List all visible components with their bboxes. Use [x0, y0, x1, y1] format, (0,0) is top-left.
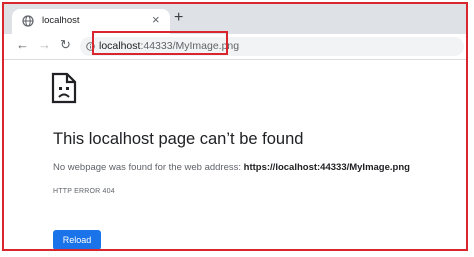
tab-close-icon[interactable]: ×: [152, 12, 160, 28]
message-prefix: No webpage was found for the web address…: [53, 162, 244, 173]
error-heading: This localhost page can’t be found: [53, 130, 304, 148]
back-button[interactable]: ←: [16, 38, 29, 52]
globe-icon: [22, 15, 34, 27]
url-highlight-box: [92, 31, 228, 55]
forward-button[interactable]: →: [38, 38, 51, 52]
tab-strip: localhost × +: [4, 4, 466, 34]
reload-page-button[interactable]: ↻: [60, 38, 71, 52]
error-message: No webpage was found for the web address…: [53, 162, 410, 173]
message-url: https://localhost:44333/MyImage.png: [243, 162, 410, 173]
tab-title: localhost: [42, 15, 80, 26]
reload-button[interactable]: Reload: [53, 230, 101, 249]
browser-window: localhost × + ← → ↻ localhost:44333/MyIm…: [2, 2, 468, 251]
error-code: HTTP ERROR 404: [53, 188, 115, 195]
toolbar: ← → ↻ localhost:44333/MyImage.png: [4, 34, 466, 60]
sad-page-icon: [51, 72, 77, 104]
new-tab-button[interactable]: +: [174, 10, 183, 26]
